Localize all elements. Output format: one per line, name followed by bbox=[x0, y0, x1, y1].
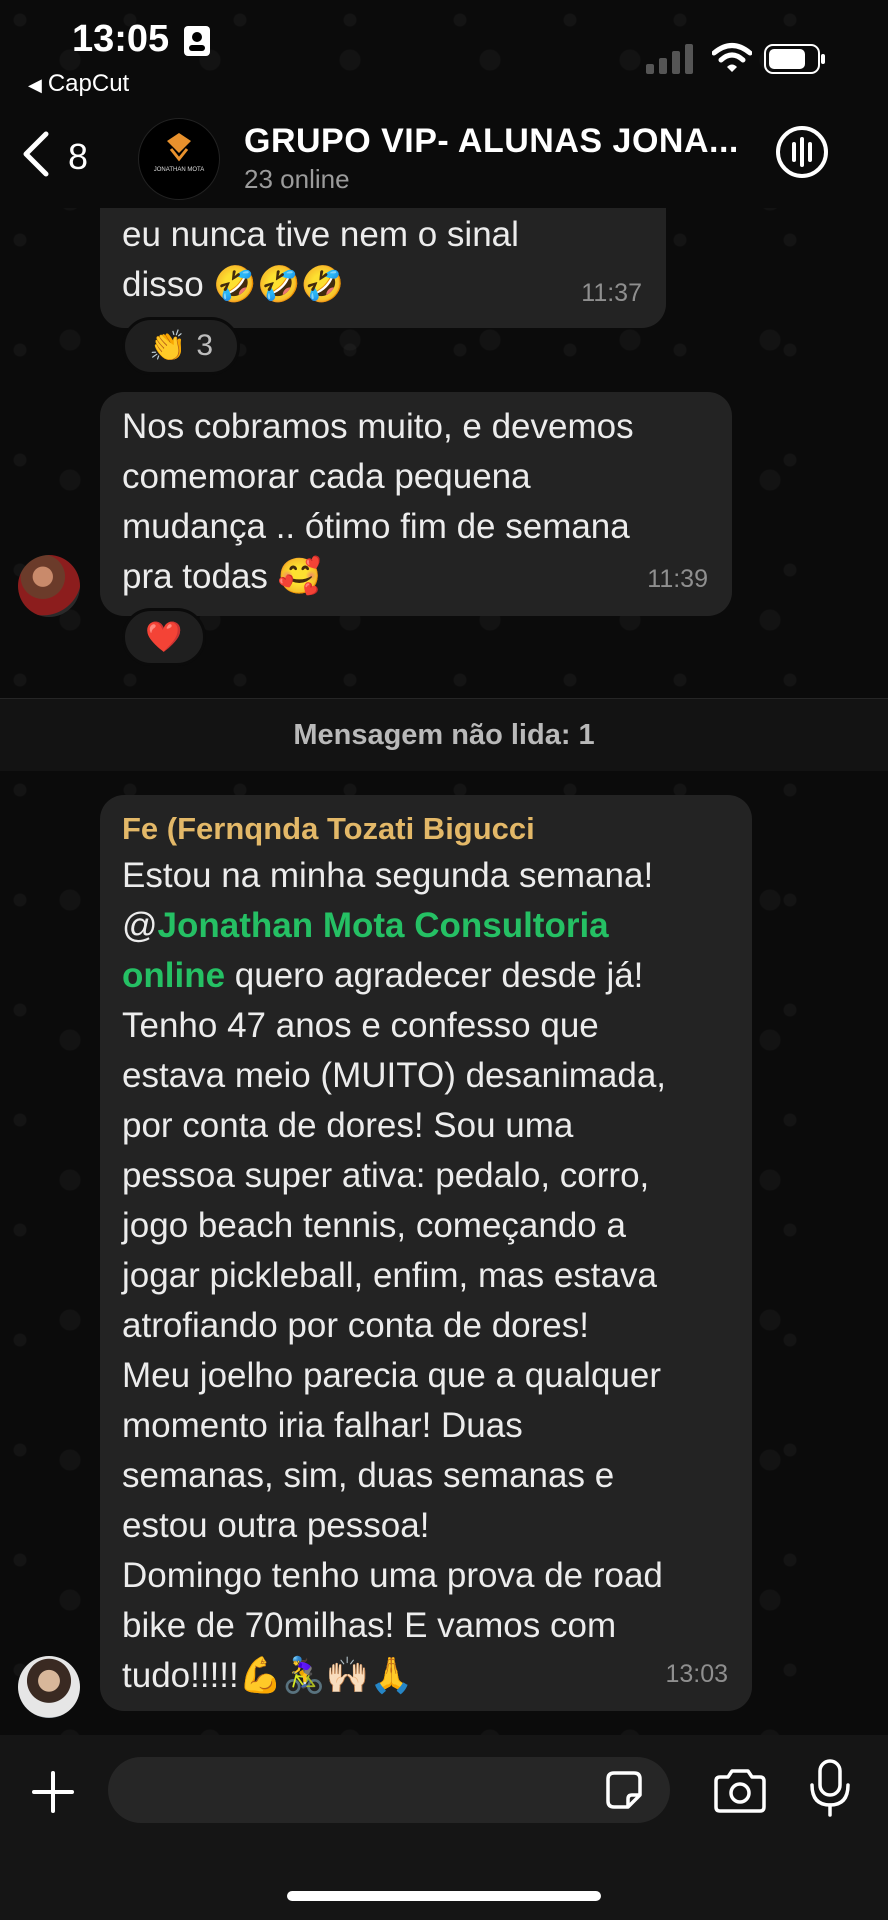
message-line: semanas, sim, duas semanas e bbox=[122, 1456, 615, 1495]
message-line: estou outra pessoa! bbox=[122, 1506, 430, 1545]
camera-icon[interactable] bbox=[712, 1767, 768, 1815]
message-line: pra todas 🥰 bbox=[122, 557, 322, 596]
sender-name[interactable]: Fe (Fernqnda Tozati Bigucci bbox=[122, 807, 730, 851]
message-line: estava meio (MUITO) desanimada, bbox=[122, 1056, 667, 1095]
reaction-badge[interactable]: 👏 3 bbox=[122, 317, 240, 375]
message-line: atrofiando por conta de dores! bbox=[122, 1306, 589, 1345]
group-avatar[interactable]: JONATHAN MOTA bbox=[138, 118, 220, 200]
sender-avatar[interactable] bbox=[18, 1656, 80, 1718]
wifi-icon bbox=[712, 43, 752, 72]
cellular-signal-icon bbox=[646, 44, 693, 74]
message-bubble[interactable]: Nos cobramos muito, e devemos comemorar … bbox=[100, 392, 732, 616]
chat-title[interactable]: GRUPO VIP- ALUNAS JONA... bbox=[244, 122, 739, 161]
home-indicator[interactable] bbox=[287, 1891, 601, 1901]
reaction-count: 3 bbox=[196, 329, 214, 362]
sticker-icon[interactable] bbox=[602, 1769, 646, 1813]
message-bubble[interactable]: Fe (Fernqnda Tozati Bigucci Estou na min… bbox=[100, 795, 752, 1711]
message-line: mudança .. ótimo fim de semana bbox=[122, 507, 630, 546]
message-line: online quero agradecer desde já! bbox=[122, 951, 730, 1001]
back-triangle-icon: ◀ bbox=[28, 75, 42, 95]
message-line: Tenho 47 anos e confesso que bbox=[122, 1006, 599, 1045]
message-line: Estou na minha segunda semana! bbox=[122, 856, 654, 895]
mention-link[interactable]: online bbox=[122, 956, 225, 995]
contact-card-icon bbox=[184, 26, 210, 56]
message-line: eu nunca tive nem o sinal bbox=[122, 215, 519, 254]
message-line: Nos cobramos muito, e devemos bbox=[122, 407, 634, 446]
message-time: 11:37 bbox=[581, 279, 642, 307]
clap-emoji: 👏 bbox=[148, 329, 187, 363]
back-to-app-link[interactable]: ◀ CapCut bbox=[28, 70, 129, 98]
status-bar: 13:05 ◀ CapCut bbox=[0, 0, 888, 100]
mention-at: @ bbox=[122, 906, 158, 945]
message-line: @Jonathan Mota Consultoria bbox=[122, 901, 730, 951]
message-text: quero agradecer desde já! bbox=[225, 956, 644, 995]
unread-chats-count[interactable]: 8 bbox=[68, 136, 88, 178]
message-time: 13:03 bbox=[665, 1660, 728, 1688]
back-app-label: CapCut bbox=[47, 70, 130, 97]
message-time: 11:39 bbox=[647, 565, 708, 593]
message-line: disso 🤣🤣🤣 bbox=[122, 265, 345, 304]
mention-link[interactable]: Jonathan Mota Consultoria bbox=[158, 906, 609, 945]
reaction-badge[interactable]: ❤️ bbox=[122, 608, 206, 666]
group-logo-text: JONATHAN MOTA bbox=[154, 167, 204, 173]
message-line: momento iria falhar! Duas bbox=[122, 1406, 523, 1445]
composer-bar bbox=[0, 1735, 888, 1920]
status-time: 13:05 bbox=[72, 18, 170, 60]
sender-avatar[interactable] bbox=[18, 555, 80, 617]
plus-icon[interactable] bbox=[30, 1769, 76, 1815]
message-line: jogo beach tennis, começando a bbox=[122, 1206, 626, 1245]
message-line: tudo!!!!!💪🚴‍♀️🙌🏻🙏 bbox=[122, 1656, 414, 1695]
heart-emoji: ❤️ bbox=[145, 620, 183, 654]
chat-header: 8 JONATHAN MOTA GRUPO VIP- ALUNAS JONA..… bbox=[0, 100, 888, 208]
unread-divider: Mensagem não lida: 1 bbox=[0, 698, 888, 771]
microphone-icon[interactable] bbox=[808, 1759, 852, 1819]
message-line: pessoa super ativa: pedalo, corro, bbox=[122, 1156, 650, 1195]
message-input[interactable] bbox=[108, 1757, 670, 1823]
group-logo: JONATHAN MOTA bbox=[154, 133, 204, 173]
message-line: por conta de dores! Sou uma bbox=[122, 1106, 574, 1145]
online-count: 23 online bbox=[244, 164, 350, 194]
battery-icon bbox=[764, 44, 825, 74]
message-line: jogar pickleball, enfim, mas estava bbox=[122, 1256, 657, 1295]
message-line: Meu joelho parecia que a qualquer bbox=[122, 1356, 661, 1395]
message-line: comemorar cada pequena bbox=[122, 457, 531, 496]
voice-call-icon[interactable] bbox=[774, 124, 830, 180]
message-line: bike de 70milhas! E vamos com bbox=[122, 1606, 617, 1645]
chevron-left-icon[interactable] bbox=[18, 130, 52, 178]
message-line: Domingo tenho uma prova de road bbox=[122, 1556, 663, 1595]
